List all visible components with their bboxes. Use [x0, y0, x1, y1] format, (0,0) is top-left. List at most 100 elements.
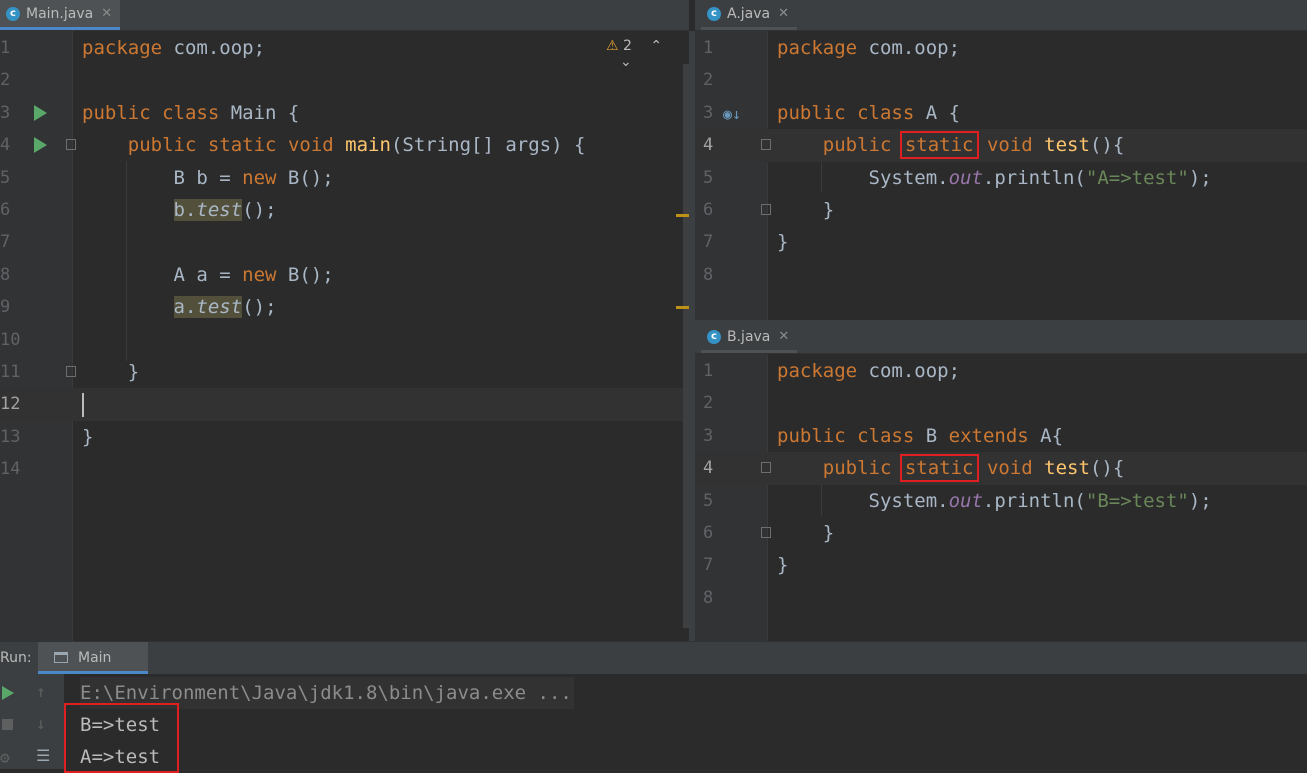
static-keyword-highlight: static [899, 131, 979, 160]
code-text: . [184, 198, 197, 221]
line-number: 8 [0, 264, 11, 285]
main-editor[interactable]: c Main.java ✕ ⚠ 2 ⌃ ⌄ 1 package com.oop;… [0, 0, 689, 641]
code-line[interactable]: 7 } [695, 549, 1307, 581]
rerun-icon[interactable] [2, 686, 14, 700]
variable: a [173, 296, 185, 319]
scroll-down-icon[interactable]: ↓ [36, 714, 46, 733]
code-line[interactable]: 1 package com.oop; [695, 355, 1307, 387]
line-number: 2 [703, 393, 714, 414]
current-code-line[interactable]: 4 public static void test(){ [695, 129, 1307, 162]
settings-icon[interactable]: ⚙ [0, 748, 10, 767]
code-line[interactable]: 8 [695, 582, 1307, 614]
tab-a-java[interactable]: c A.java ✕ [701, 0, 798, 30]
java-class-icon: c [707, 329, 721, 344]
warning-highlight[interactable]: b.test [173, 198, 243, 221]
code-line[interactable]: 1 package com.oop; [695, 32, 1307, 64]
text-caret [82, 392, 84, 417]
fold-icon[interactable] [761, 203, 771, 215]
code-text: (); [242, 296, 277, 319]
run-tab-label: Main [78, 650, 112, 666]
implemented-by-icon[interactable]: ◉↓ [723, 105, 741, 123]
line-number: 5 [703, 167, 714, 188]
keyword: public [777, 424, 846, 447]
code-line[interactable]: 10 [0, 324, 689, 356]
code-line[interactable]: 9 a.test(); [0, 291, 689, 323]
code-line[interactable]: 5 System.out.println("B=>test"); [695, 485, 1307, 517]
line-number: 1 [0, 38, 11, 58]
tab-main-java[interactable]: c Main.java ✕ [0, 0, 121, 30]
tab-b-java[interactable]: c B.java ✕ [701, 323, 798, 353]
code-line[interactable]: 7 } [695, 226, 1307, 258]
scroll-up-icon[interactable]: ↑ [36, 682, 46, 701]
code-line[interactable]: 8 A a = new B(); [0, 259, 689, 291]
code-line[interactable]: 13 } [0, 421, 689, 453]
code-line[interactable]: 3 ◉↓ public class A { [695, 97, 1307, 129]
code-line[interactable]: 3 public class B extends A{ [695, 420, 1307, 452]
close-icon[interactable]: ✕ [778, 6, 789, 21]
code-text: } [822, 198, 835, 221]
run-toolbar: ↑ ↓ ⚙ ☰ [0, 674, 64, 769]
code-line[interactable]: 11 } [0, 356, 689, 388]
code-line[interactable]: 6 b.test(); [0, 194, 689, 226]
code-text: A a = [173, 263, 243, 286]
code-text: (); [242, 198, 277, 221]
stop-icon[interactable] [2, 719, 13, 730]
code-line[interactable]: 6 } [695, 517, 1307, 549]
code-text: (){ [1089, 457, 1125, 480]
string-literal: "B=>test" [1085, 489, 1189, 512]
line-number: 7 [0, 232, 11, 253]
line-number: 5 [0, 167, 11, 188]
line-number: 7 [703, 555, 714, 576]
line-number: 3 [703, 425, 714, 446]
code-line[interactable]: 2 [695, 387, 1307, 419]
keyword: public [822, 457, 892, 480]
line-number: 4 [0, 135, 11, 156]
code-line[interactable]: 4 public static void main(String[] args)… [0, 129, 689, 161]
fold-icon[interactable] [761, 526, 771, 538]
fold-icon[interactable] [761, 462, 771, 474]
keyword: public [127, 134, 197, 157]
current-code-line[interactable]: 12 [0, 388, 689, 421]
a-editor[interactable]: c A.java ✕ 1 package com.oop; 2 3 ◉↓ pub… [695, 0, 1307, 320]
warning-stripe-marker[interactable] [676, 214, 689, 217]
warning-stripe-marker[interactable] [676, 306, 689, 309]
code-line[interactable]: 1 package com.oop; [0, 32, 689, 64]
soft-wrap-icon[interactable]: ☰ [36, 746, 50, 765]
code-line[interactable]: 8 [695, 259, 1307, 291]
code-text: . [184, 296, 197, 319]
code-line[interactable]: 3 public class Main { [0, 97, 689, 129]
current-code-line[interactable]: 4 public static void test(){ [695, 452, 1307, 485]
close-icon[interactable]: ✕ [101, 6, 112, 21]
code-line[interactable]: 7 [0, 226, 689, 258]
console-icon [54, 652, 68, 663]
code-line[interactable]: 2 [695, 64, 1307, 96]
fold-icon[interactable] [761, 139, 771, 151]
fold-icon[interactable] [66, 365, 76, 377]
line-number: 1 [703, 38, 714, 58]
console-output-line: B=>test [80, 714, 161, 736]
code-line[interactable]: 2 [0, 64, 689, 96]
close-icon[interactable]: ✕ [778, 329, 789, 344]
code-line[interactable]: 6 } [695, 194, 1307, 226]
code-line[interactable]: 5 System.out.println("A=>test"); [695, 162, 1307, 194]
fold-icon[interactable] [66, 139, 76, 151]
method-name: test [1044, 134, 1090, 157]
run-tab-main[interactable]: Main [38, 642, 148, 674]
code-line[interactable]: 14 [0, 453, 689, 485]
line-number: 8 [703, 587, 714, 608]
run-tool-window[interactable]: Run: Main ↑ ↓ ⚙ ☰ E:\Environment\Java\jd… [0, 641, 1307, 773]
code-line[interactable]: 5 B b = new B(); [0, 162, 689, 194]
run-icon[interactable] [34, 137, 47, 154]
keyword: extends [948, 424, 1029, 447]
b-editor[interactable]: c B.java ✕ 1 package com.oop; 2 3 public… [695, 323, 1307, 641]
run-icon[interactable] [34, 104, 47, 121]
code-text: A{ [1028, 424, 1064, 447]
line-number: 5 [703, 490, 714, 511]
a-code-lines: 1 package com.oop; 2 3 ◉↓ public class A… [695, 32, 1307, 291]
warning-highlight[interactable]: a.test [173, 296, 243, 319]
string-literal: "A=>test" [1085, 166, 1189, 189]
java-class-icon: c [6, 6, 20, 21]
